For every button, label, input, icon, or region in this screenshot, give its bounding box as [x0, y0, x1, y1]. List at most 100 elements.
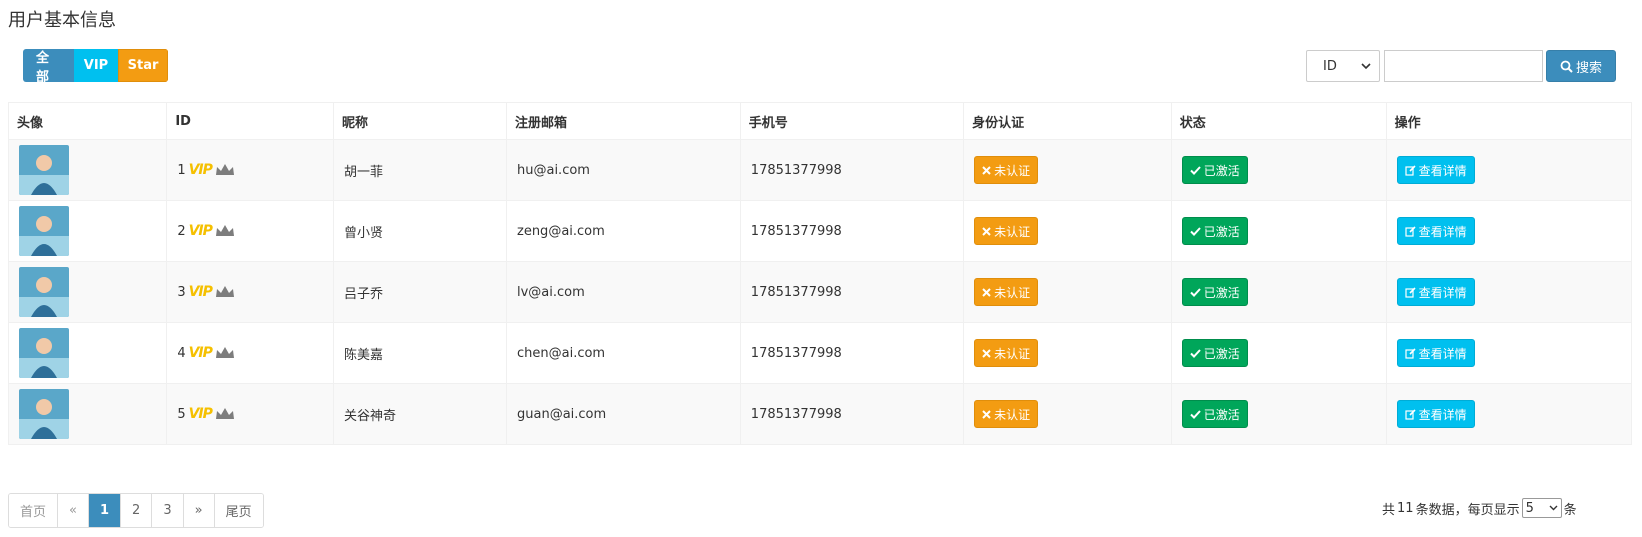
auth-status-label: 未认证: [994, 163, 1031, 178]
times-icon: [982, 287, 991, 297]
view-details-button[interactable]: 查看详情: [1396, 400, 1475, 428]
user-email: hu@ai.com: [506, 139, 741, 201]
edit-icon: [1405, 286, 1416, 298]
user-table: 头像 ID 昵称 注册邮箱 手机号 身份认证 状态 操作 1 VIP 胡一菲 h…: [7, 102, 1633, 445]
check-icon: [1189, 226, 1201, 236]
filter-star-button[interactable]: Star: [118, 49, 168, 82]
pagination-prev[interactable]: «: [58, 494, 89, 527]
table-row: 4 VIP 陈美嘉 chen@ai.com 17851377998 未认证 已激…: [7, 322, 1633, 384]
page-size-value: 5: [1525, 500, 1534, 516]
view-details-button[interactable]: 查看详情: [1396, 217, 1475, 245]
view-details-label: 查看详情: [1418, 163, 1467, 178]
unverified-badge-button[interactable]: 未认证: [974, 400, 1039, 428]
unverified-badge-button[interactable]: 未认证: [974, 156, 1039, 184]
column-header-status: 状态: [1170, 102, 1387, 140]
user-nickname: 关谷神奇: [333, 383, 507, 445]
filter-all-button[interactable]: 全部: [23, 49, 74, 82]
search-field-value: ID: [1323, 58, 1337, 74]
pagination-next[interactable]: »: [183, 494, 215, 527]
times-icon: [982, 165, 991, 175]
filter-vip-button[interactable]: VIP: [74, 49, 118, 82]
account-status-label: 已激活: [1203, 224, 1240, 239]
user-id: 5: [177, 406, 186, 422]
avatar[interactable]: [19, 267, 69, 317]
crown-icon: [215, 286, 234, 297]
crown-icon: [215, 347, 234, 358]
avatar[interactable]: [19, 206, 69, 256]
table-row: 2 VIP 曾小贤 zeng@ai.com 17851377998 未认证 已激…: [7, 200, 1633, 262]
search-button[interactable]: 搜索: [1546, 50, 1616, 82]
auth-status-label: 未认证: [994, 285, 1031, 300]
search-field-select[interactable]: ID: [1306, 50, 1380, 82]
check-icon: [1189, 287, 1201, 297]
user-id: 1: [177, 162, 186, 178]
table-row: 3 VIP 吕子乔 lv@ai.com 17851377998 未认证 已激活 …: [7, 261, 1633, 323]
view-details-button[interactable]: 查看详情: [1396, 339, 1475, 367]
chevron-down-icon: [1361, 62, 1371, 69]
edit-icon: [1405, 225, 1416, 237]
crown-icon: [215, 164, 234, 175]
table-body: 1 VIP 胡一菲 hu@ai.com 17851377998 未认证 已激活 …: [7, 139, 1633, 445]
column-header-auth: 身份认证: [963, 102, 1172, 140]
activated-badge-button[interactable]: 已激活: [1181, 400, 1248, 428]
table-row: 1 VIP 胡一菲 hu@ai.com 17851377998 未认证 已激活 …: [7, 139, 1633, 201]
pagination-first[interactable]: 首页: [9, 494, 59, 527]
view-details-label: 查看详情: [1418, 346, 1467, 361]
crown-icon: [215, 225, 234, 236]
avatar[interactable]: [19, 328, 69, 378]
user-phone: 17851377998: [739, 322, 965, 384]
pagination-page-2[interactable]: 2: [121, 494, 153, 527]
user-nickname: 吕子乔: [333, 261, 507, 323]
pagination-summary: 共 11 条数据，每页显示 5 条: [1382, 498, 1577, 518]
pagination-last[interactable]: 尾页: [214, 494, 263, 527]
view-details-label: 查看详情: [1418, 407, 1467, 422]
check-icon: [1189, 409, 1201, 419]
vip-badge: VIP: [188, 162, 213, 178]
pagination-page-1[interactable]: 1: [88, 494, 122, 527]
user-email: zeng@ai.com: [506, 200, 741, 262]
edit-icon: [1405, 164, 1416, 176]
auth-status-label: 未认证: [994, 407, 1031, 422]
edit-icon: [1405, 347, 1416, 359]
account-status-label: 已激活: [1203, 346, 1240, 361]
view-details-button[interactable]: 查看详情: [1396, 156, 1475, 184]
search-icon: [1560, 60, 1573, 73]
check-icon: [1189, 165, 1201, 175]
account-status-label: 已激活: [1203, 163, 1240, 178]
table-header-row: 头像 ID 昵称 注册邮箱 手机号 身份认证 状态 操作: [7, 102, 1633, 140]
activated-badge-button[interactable]: 已激活: [1181, 339, 1248, 367]
crown-icon: [215, 408, 234, 419]
user-id: 3: [177, 284, 186, 300]
summary-middle: 条数据，每页显示: [1415, 502, 1520, 518]
page-size-select[interactable]: 5: [1521, 498, 1562, 518]
activated-badge-button[interactable]: 已激活: [1181, 217, 1248, 245]
column-header-id: ID: [166, 102, 335, 140]
column-header-email: 注册邮箱: [506, 102, 741, 140]
view-details-label: 查看详情: [1418, 224, 1467, 239]
table-row: 5 VIP 关谷神奇 guan@ai.com 17851377998 未认证 已…: [7, 383, 1633, 445]
vip-badge: VIP: [188, 223, 213, 239]
search-input[interactable]: [1384, 50, 1543, 82]
user-id: 4: [177, 345, 186, 361]
user-email: guan@ai.com: [506, 383, 741, 445]
pagination: 首页 « 1 2 3 » 尾页: [8, 493, 264, 528]
search-button-label: 搜索: [1575, 60, 1602, 76]
auth-status-label: 未认证: [994, 346, 1031, 361]
unverified-badge-button[interactable]: 未认证: [974, 217, 1039, 245]
times-icon: [982, 348, 991, 358]
avatar[interactable]: [19, 145, 69, 195]
user-email: lv@ai.com: [506, 261, 741, 323]
account-status-label: 已激活: [1203, 407, 1240, 422]
account-status-label: 已激活: [1203, 285, 1240, 300]
edit-icon: [1405, 408, 1416, 420]
unverified-badge-button[interactable]: 未认证: [974, 278, 1039, 306]
activated-badge-button[interactable]: 已激活: [1181, 278, 1248, 306]
pagination-page-3[interactable]: 3: [152, 494, 184, 527]
avatar[interactable]: [19, 389, 69, 439]
column-header-nickname: 昵称: [333, 102, 507, 140]
view-details-button[interactable]: 查看详情: [1396, 278, 1475, 306]
user-nickname: 曾小贤: [333, 200, 507, 262]
activated-badge-button[interactable]: 已激活: [1181, 156, 1248, 184]
column-header-actions: 操作: [1385, 102, 1633, 140]
unverified-badge-button[interactable]: 未认证: [974, 339, 1039, 367]
